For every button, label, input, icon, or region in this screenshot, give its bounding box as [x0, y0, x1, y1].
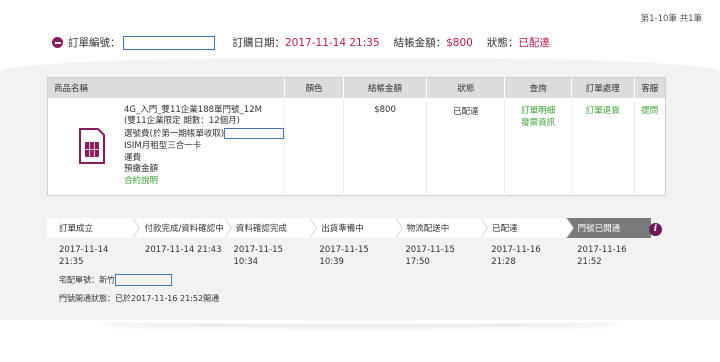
invoice-info-link[interactable]: 發票資訊: [505, 117, 571, 129]
tracking-number-redacted: [115, 274, 172, 286]
step-preparing-shipment: 出貨準備中: [309, 218, 404, 238]
order-date-value: 2017-11-14 21:35: [285, 36, 380, 49]
panel-shadow: [100, 318, 620, 324]
column-header-amount: 結帳金額: [342, 77, 427, 98]
step-payment-completed: 付款完成/資料確認中: [132, 218, 233, 238]
number-redacted: [224, 128, 285, 140]
step-time: 2017-11-15 10:39: [319, 245, 369, 267]
order-amount-label: 結帳金額：: [393, 37, 447, 49]
step-order-created: 訂單成立: [47, 218, 141, 238]
info-icon[interactable]: i: [649, 223, 662, 236]
pagination-info: 第1-10筆 共1筆: [640, 14, 702, 24]
activation-status: 門號開通狀態：已於2017-11-16 21:52開通: [59, 294, 220, 303]
sim-card-icon: [79, 127, 105, 164]
order-detail-link[interactable]: 訂單明細: [505, 105, 571, 117]
product-cell: 4G_入門_雙11企業188單門號_12M (雙11企業限定 期數：12個月) …: [48, 98, 285, 196]
step-data-confirmed: 資料確認完成: [223, 218, 318, 238]
product-plan-term: (雙11企業限定 期數：12個月): [124, 116, 240, 127]
status-cell: 已配達: [426, 97, 505, 196]
color-cell: [284, 97, 344, 196]
order-items-table: 商品名稱 顏色 結帳金額 狀態 查詢 訂單處理 客服 4G_入門_雙11企業18…: [47, 77, 666, 196]
sim-card-type: ISIM月租型三合一卡: [124, 140, 202, 151]
prepaid-amount: 預繳金額: [124, 164, 159, 175]
number-selection-fee-label: 選號費(於第一期帳單收取): [124, 129, 225, 140]
column-header-query: 查詢: [504, 77, 572, 98]
order-date-label: 訂購日期：: [232, 37, 286, 49]
service-cell: 提問: [633, 97, 666, 196]
order-number-label: 訂單編號：: [68, 37, 121, 49]
shipping-tracking-label: 宅配單號：新竹: [59, 275, 115, 285]
step-delivered: 已配達: [480, 218, 575, 238]
column-header-service: 客服: [633, 77, 666, 98]
table-header-row: 商品名稱 顏色 結帳金額 狀態 查詢 訂單處理 客服: [47, 77, 666, 98]
step-time: 2017-11-15 17:50: [405, 245, 455, 267]
order-amount-value: $800: [446, 36, 473, 49]
step-time: 2017-11-14 21:43: [144, 245, 222, 255]
step-time: 2017-11-14 21:35: [59, 245, 109, 267]
step-number-activated: 門號已開通: [565, 218, 651, 238]
order-summary-header: 訂單編號： 訂購日期： 2017-11-14 21:35 結帳金額： $800 …: [52, 35, 550, 50]
number-selection-fee: 選號費(於第一期帳單收取): [124, 128, 285, 141]
ask-question-link[interactable]: 提問: [635, 105, 665, 117]
order-status-value: 已配達: [518, 37, 550, 49]
order-return-link[interactable]: 訂單退貨: [572, 105, 634, 117]
shipping-tracking: 宅配單號：新竹: [59, 274, 172, 286]
column-header-color: 顏色: [284, 77, 344, 98]
table-row: 4G_入門_雙11企業188單門號_12M (雙11企業限定 期數：12個月) …: [48, 97, 666, 196]
step-time: 2017-11-15 10:34: [233, 245, 283, 267]
product-name: 4G_入門_雙11企業188單門號_12M: [124, 104, 262, 115]
order-status-label: 狀態：: [486, 37, 519, 49]
amount-cell: $800: [342, 97, 427, 196]
order-progress-steps: 訂單成立 付款完成/資料確認中 資料確認完成 出貨準備中 物流配送中 已配達 門…: [47, 218, 651, 238]
column-header-processing: 訂單處理: [570, 77, 635, 98]
column-header-status: 狀態: [426, 77, 505, 98]
order-number-redacted: [122, 35, 215, 50]
column-header-product: 商品名稱: [47, 77, 285, 98]
query-cell: 訂單明細 發票資訊: [504, 97, 572, 196]
step-time: 2017-11-16 21:52: [577, 245, 627, 267]
step-timestamps: 2017-11-14 21:35 2017-11-14 21:43 2017-11…: [47, 244, 651, 268]
processing-cell: 訂單退貨: [570, 97, 635, 196]
shipping-fee: 運費: [124, 152, 142, 163]
step-time: 2017-11-16 21:28: [491, 245, 541, 267]
contract-link[interactable]: 合約說明: [124, 176, 284, 188]
step-in-delivery: 物流配送中: [394, 218, 489, 238]
collapse-minus-icon[interactable]: [52, 37, 63, 48]
